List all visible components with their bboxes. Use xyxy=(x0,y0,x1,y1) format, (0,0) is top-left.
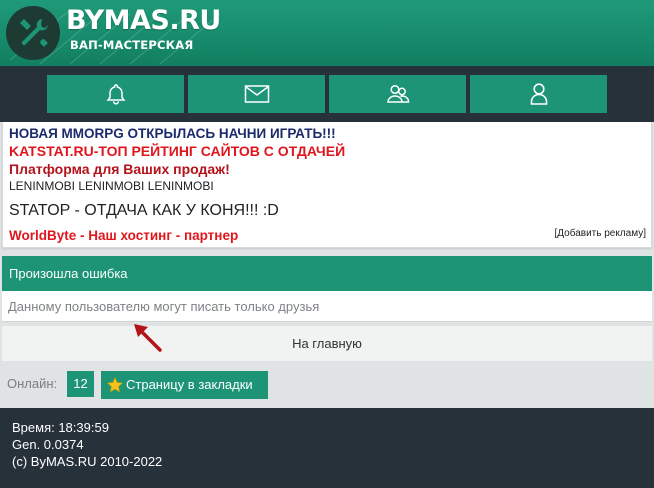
nav-messages-button[interactable] xyxy=(188,75,325,113)
friends-icon xyxy=(386,84,409,103)
nav-notifications-button[interactable] xyxy=(47,75,184,113)
home-link[interactable]: На главную xyxy=(2,326,652,361)
generation-time: Gen. 0.0374 xyxy=(12,437,84,452)
top-nav xyxy=(0,66,654,122)
ad-link[interactable]: KATSTAT.RU-ТОП РЕЙТИНГ САЙТОВ С ОТДАЧЕЙ xyxy=(9,143,345,159)
ad-link[interactable]: Платформа для Ваших продаж! xyxy=(9,161,230,177)
online-count-button[interactable]: 12 xyxy=(67,371,94,397)
copyright: (c) ByMAS.RU 2010-2022 xyxy=(12,454,163,469)
bell-icon xyxy=(105,84,126,105)
site-footer: Время: 18:39:59 Gen. 0.0374 (c) ByMAS.RU… xyxy=(0,408,654,488)
ad-link[interactable]: НОВАЯ MMORPG ОТКРЫЛАСЬ НАЧНИ ИГРАТЬ!!! xyxy=(9,126,336,141)
nav-friends-button[interactable] xyxy=(329,75,466,113)
star-icon xyxy=(107,377,123,393)
error-message: Данному пользователю могут писать только… xyxy=(2,291,652,322)
site-header: BYMAS.RU ВАП-МАСТЕРСКАЯ xyxy=(0,0,654,66)
online-label: Онлайн: xyxy=(7,376,58,391)
bookmark-label: Страницу в закладки xyxy=(126,377,253,392)
wrench-screwdriver-icon xyxy=(20,19,48,47)
error-title: Произошла ошибка xyxy=(2,256,652,291)
ad-link[interactable]: LENINMOBI LENINMOBI LENINMOBI xyxy=(9,179,214,193)
bookmark-button[interactable]: Страницу в закладки xyxy=(101,371,268,399)
mail-icon xyxy=(244,85,269,103)
ads-block: НОВАЯ MMORPG ОТКРЫЛАСЬ НАЧНИ ИГРАТЬ!!! K… xyxy=(2,122,652,248)
server-time: Время: 18:39:59 xyxy=(12,420,109,435)
nav-profile-button[interactable] xyxy=(470,75,607,113)
ad-link[interactable]: WorldByte - Наш хостинг - партнер xyxy=(9,228,238,243)
logo[interactable] xyxy=(6,6,60,60)
annotation-arrow-icon xyxy=(134,324,162,352)
ad-link[interactable]: STATOP - ОТДАЧА КАК У КОНЯ!!! :D xyxy=(9,202,279,220)
user-icon xyxy=(530,83,547,105)
site-subtitle: ВАП-МАСТЕРСКАЯ xyxy=(70,38,194,52)
site-title[interactable]: BYMAS.RU xyxy=(66,6,221,36)
add-ad-link[interactable]: [Добавить рекламу] xyxy=(554,228,646,239)
